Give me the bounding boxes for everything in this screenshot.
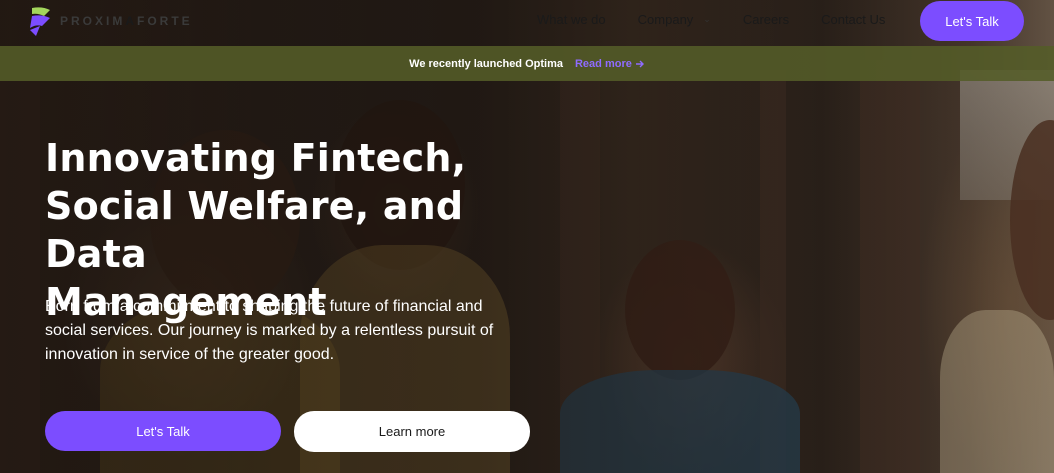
hero-title-line: Social Welfare, and Data — [45, 184, 464, 276]
nav-links: What we do Company ⌄ Careers Contact Us — [537, 12, 885, 27]
brand-name: PROXIMAFORTE — [60, 14, 193, 28]
top-navbar: PROXIMAFORTE What we do Company ⌄ Careers… — [0, 0, 1054, 42]
lets-talk-nav-button[interactable]: Let's Talk — [920, 1, 1024, 41]
learn-more-button[interactable]: Learn more — [294, 411, 530, 452]
announcement-bar: We recently launched Optima Read more — [0, 46, 1054, 81]
announcement-text: We recently launched Optima — [409, 57, 563, 70]
brand-logo-icon — [30, 7, 50, 36]
read-more-link[interactable]: Read more — [575, 58, 645, 70]
chevron-down-icon: ⌄ — [703, 14, 711, 24]
hero-section: PROXIMAFORTE What we do Company ⌄ Careers… — [0, 0, 1054, 473]
nav-item-company[interactable]: Company ⌄ — [638, 12, 711, 27]
lets-talk-hero-button[interactable]: Let's Talk — [45, 411, 281, 451]
hero-description: Born from a commitment to shaping the fu… — [45, 298, 494, 363]
hero-title-line: Innovating Fintech, — [45, 136, 467, 180]
read-more-label: Read more — [574, 57, 632, 70]
brand-logo[interactable]: PROXIMAFORTE — [28, 4, 193, 38]
nav-item-contact-us[interactable]: Contact Us — [821, 12, 885, 27]
nav-item-what-we-do[interactable]: What we do — [537, 12, 606, 27]
arrow-right-icon — [635, 60, 644, 67]
nav-item-careers[interactable]: Careers — [743, 12, 789, 27]
